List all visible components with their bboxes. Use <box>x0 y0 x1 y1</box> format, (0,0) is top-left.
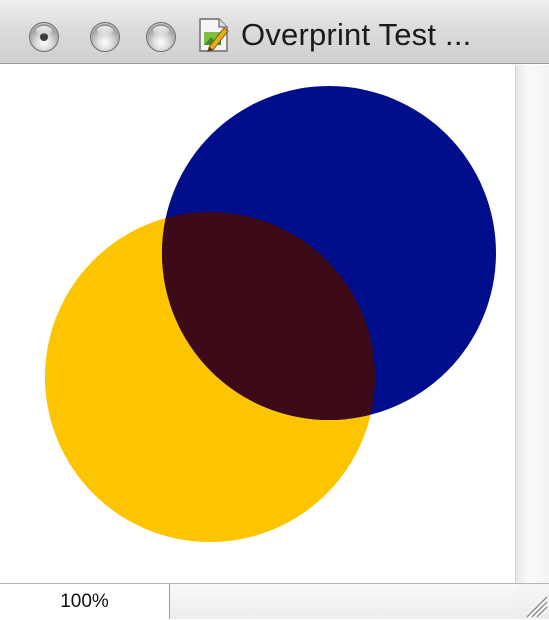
title-bar[interactable]: Overprint Test ... <box>0 0 549 64</box>
zoom-button[interactable] <box>146 22 176 52</box>
vertical-scrollbar[interactable] <box>515 65 549 583</box>
overprint-artwork <box>45 86 496 542</box>
zoom-level[interactable]: 100% <box>0 584 170 619</box>
minimize-button[interactable] <box>90 22 120 52</box>
resize-grip-icon[interactable] <box>515 583 549 619</box>
close-button[interactable] <box>29 22 59 52</box>
document-icon[interactable] <box>197 16 231 54</box>
document-window: Overprint Test ... 100% <box>0 0 549 619</box>
document-canvas[interactable] <box>0 65 515 583</box>
window-title: Overprint Test ... <box>241 17 472 52</box>
horizontal-scrollbar[interactable] <box>170 584 515 619</box>
status-bar: 100% <box>0 583 549 619</box>
